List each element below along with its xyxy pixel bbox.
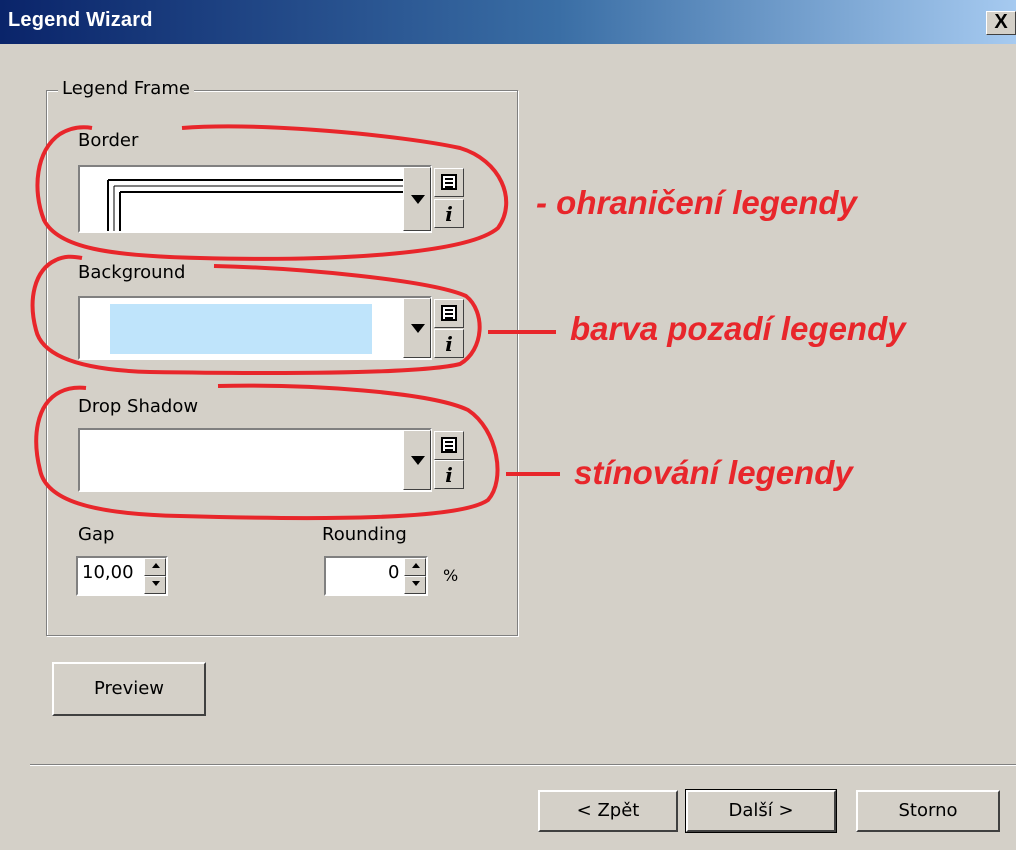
border-annotation-text: - ohraničení legendy	[536, 184, 857, 221]
info-icon: i	[445, 332, 453, 356]
rounding-increment-button[interactable]	[404, 558, 426, 576]
properties-icon	[441, 305, 457, 321]
rounding-label: Rounding	[322, 524, 407, 545]
shadow-annotation-text: stínování legendy	[574, 454, 853, 491]
chevron-down-icon	[411, 195, 425, 204]
border-label: Border	[78, 130, 139, 151]
arrow-up-icon	[412, 563, 420, 568]
window-title: Legend Wizard	[8, 9, 153, 31]
border-info-button[interactable]: i	[434, 199, 464, 228]
background-symbol-dropdown[interactable]	[78, 296, 432, 360]
drop-shadow-info-button[interactable]: i	[434, 460, 464, 489]
border-dropdown-button[interactable]	[403, 167, 431, 231]
arrow-up-icon	[152, 563, 160, 568]
back-button[interactable]: < Zpět	[538, 790, 678, 832]
rounding-spinner[interactable]	[404, 558, 426, 594]
rounding-input[interactable]: 0	[324, 556, 428, 596]
border-symbol-dropdown[interactable]	[78, 165, 432, 233]
gap-label: Gap	[78, 524, 115, 545]
background-annotation-text: barva pozadí legendy	[570, 310, 906, 347]
preview-button[interactable]: Preview	[52, 662, 206, 716]
background-info-button[interactable]: i	[434, 329, 464, 358]
info-icon: i	[445, 463, 453, 487]
separator-highlight	[30, 765, 1016, 766]
background-properties-button[interactable]	[434, 299, 464, 328]
arrow-down-icon	[412, 581, 420, 586]
drop-shadow-label: Drop Shadow	[78, 396, 199, 417]
rounding-unit: %	[443, 566, 459, 585]
arrow-down-icon	[152, 581, 160, 586]
cancel-button[interactable]: Storno	[856, 790, 1000, 832]
chevron-down-icon	[411, 456, 425, 465]
gap-value: 10,00	[82, 562, 134, 583]
drop-shadow-symbol-dropdown[interactable]	[78, 428, 432, 492]
rounding-value: 0	[388, 562, 400, 583]
properties-icon	[441, 174, 457, 190]
legend-frame-label: Legend Frame	[58, 78, 194, 99]
rounding-decrement-button[interactable]	[404, 576, 426, 594]
drop-shadow-dropdown-button[interactable]	[403, 430, 431, 490]
title-bar: Legend Wizard X	[0, 0, 1016, 44]
border-preview-icon	[107, 179, 405, 231]
properties-icon	[441, 437, 457, 453]
background-color-swatch	[110, 304, 372, 354]
gap-increment-button[interactable]	[144, 558, 166, 576]
close-button[interactable]: X	[986, 11, 1016, 35]
next-button[interactable]: Další >	[685, 789, 837, 833]
background-dropdown-button[interactable]	[403, 298, 431, 358]
info-icon: i	[445, 202, 453, 226]
drop-shadow-properties-button[interactable]	[434, 431, 464, 460]
border-properties-button[interactable]	[434, 168, 464, 197]
gap-spinner[interactable]	[144, 558, 166, 594]
close-icon: X	[994, 11, 1008, 33]
background-label: Background	[78, 262, 186, 283]
chevron-down-icon	[411, 324, 425, 333]
gap-decrement-button[interactable]	[144, 576, 166, 594]
gap-input[interactable]: 10,00	[76, 556, 168, 596]
